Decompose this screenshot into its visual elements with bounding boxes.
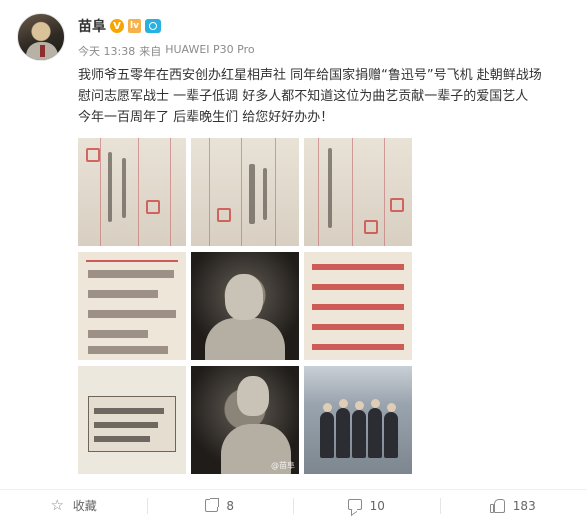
star-icon: ☆ bbox=[50, 496, 64, 514]
username[interactable]: 苗阜 bbox=[78, 16, 106, 36]
level-badge-icon[interactable]: lv bbox=[128, 19, 141, 33]
comment-count: 10 bbox=[369, 498, 385, 513]
post-source-prefix: 来自 bbox=[139, 45, 162, 58]
camera-badge-icon[interactable] bbox=[144, 19, 161, 33]
image-thumb-9[interactable] bbox=[304, 366, 412, 474]
post-meta: 今天 13:38 来自 HUAWEI P30 Pro bbox=[78, 43, 255, 59]
content-line: 慰问志愿军战士 一辈子低调 好多人都不知道这位为曲艺贡献一辈子的爱国艺人 bbox=[78, 89, 529, 104]
repost-count: 8 bbox=[226, 498, 235, 513]
post-content: 我师爷五零年在西安创办红星相声社 同年给国家捐赠“鲁迅号”号飞机 赴朝鲜战场 慰… bbox=[78, 65, 578, 128]
avatar-tie bbox=[40, 45, 45, 57]
image-thumb-7[interactable] bbox=[78, 366, 186, 474]
avatar[interactable] bbox=[17, 13, 65, 61]
share-icon bbox=[205, 499, 219, 512]
image-thumb-1[interactable] bbox=[78, 138, 186, 246]
comment-icon bbox=[347, 499, 362, 510]
comment-button[interactable]: 10 bbox=[293, 490, 440, 521]
like-button[interactable]: 183 bbox=[439, 490, 586, 521]
favorite-button[interactable]: ☆ 收藏 bbox=[0, 490, 147, 521]
weibo-post-card: 苗阜 V lv 今天 13:38 来自 HUAWEI P30 Pro 我师爷五零… bbox=[0, 0, 586, 521]
repost-button[interactable]: 8 bbox=[146, 490, 294, 521]
image-thumb-8[interactable]: @苗阜 bbox=[191, 366, 299, 474]
image-thumb-3[interactable] bbox=[304, 138, 412, 246]
image-thumb-2[interactable] bbox=[191, 138, 299, 246]
name-row: 苗阜 V lv bbox=[78, 16, 161, 36]
verified-badge-icon[interactable]: V bbox=[110, 19, 124, 33]
image-grid: @苗阜 bbox=[78, 138, 412, 476]
favorite-label: 收藏 bbox=[72, 499, 97, 513]
image-thumb-5[interactable] bbox=[191, 252, 299, 360]
like-count: 183 bbox=[512, 498, 536, 513]
action-bar: ☆ 收藏 8 10 183 bbox=[0, 489, 586, 521]
image-thumb-4[interactable] bbox=[78, 252, 186, 360]
thumbs-up-icon bbox=[489, 498, 505, 513]
image-thumb-6[interactable] bbox=[304, 252, 412, 360]
image-watermark: @苗阜 bbox=[271, 461, 295, 470]
content-line: 今年一百周年了 后辈晚生们 给您好好办办！ bbox=[78, 110, 334, 125]
post-time[interactable]: 今天 13:38 bbox=[78, 43, 135, 59]
post-source: HUAWEI P30 Pro bbox=[165, 43, 255, 56]
content-line: 我师爷五零年在西安创办红星相声社 同年给国家捐赠“鲁迅号”号飞机 赴朝鲜战场 bbox=[78, 68, 542, 83]
